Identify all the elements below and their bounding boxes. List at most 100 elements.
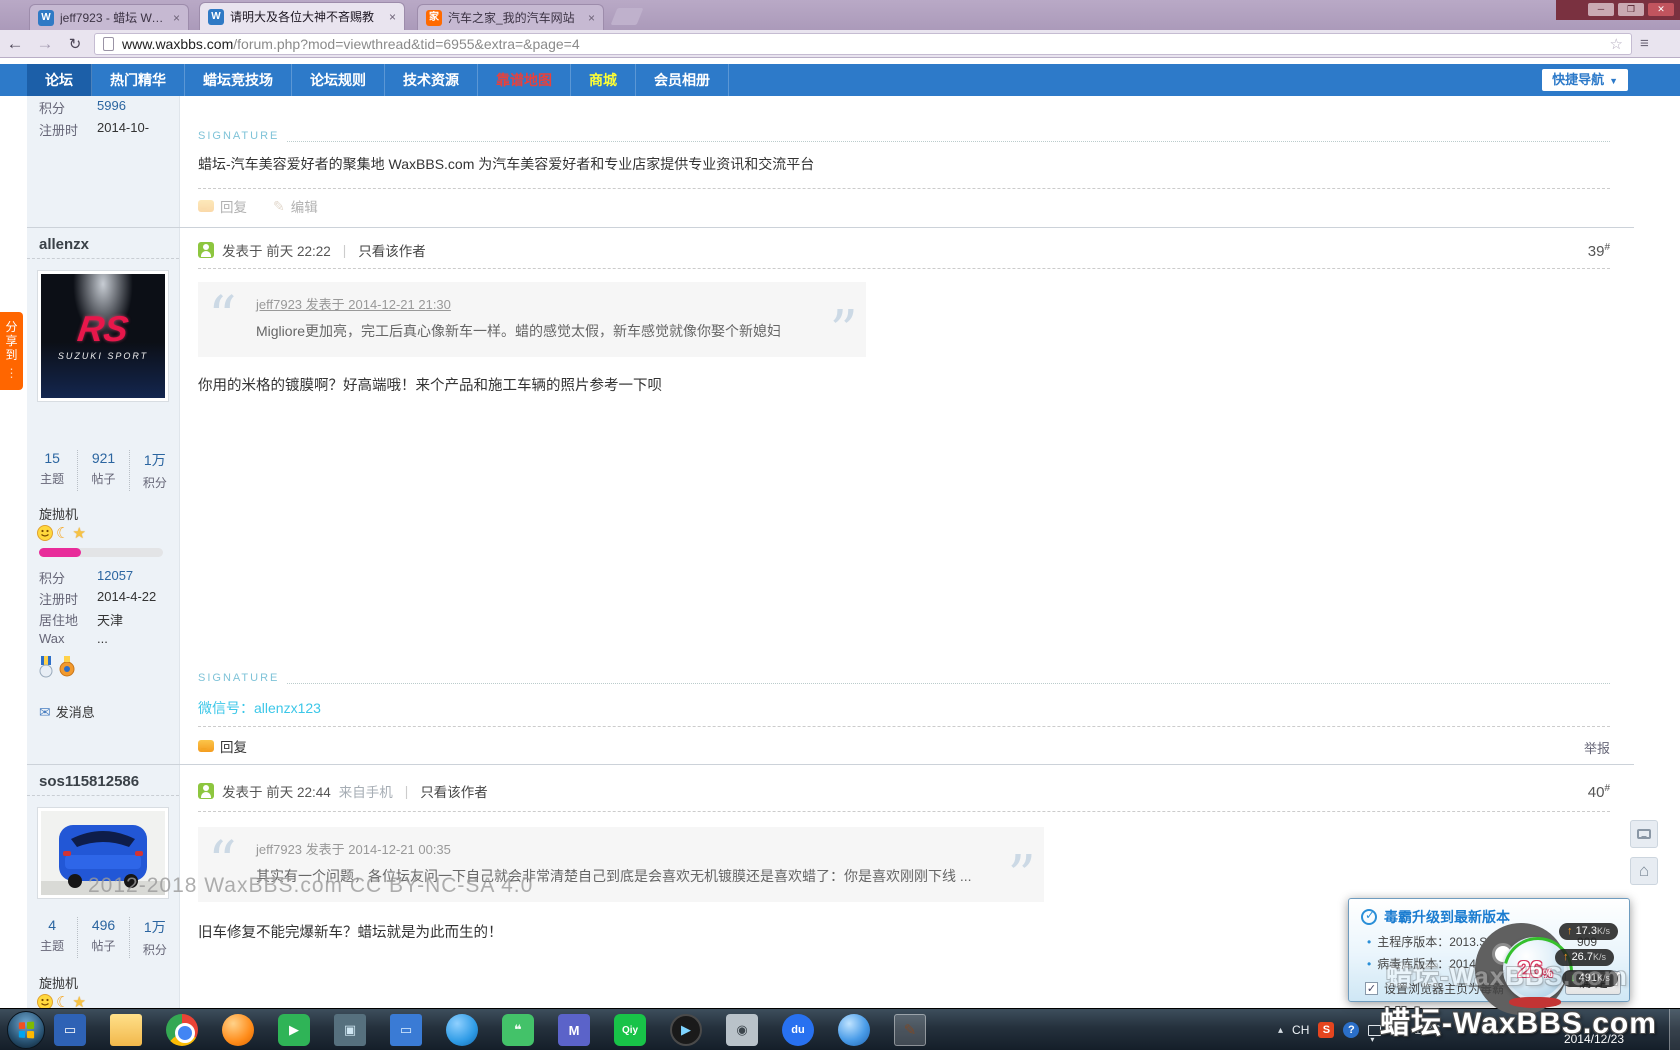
feedback-button[interactable]: [1630, 820, 1658, 848]
send-message-link[interactable]: ✉发消息: [39, 702, 95, 721]
maximize-button[interactable]: ❐: [1618, 3, 1644, 16]
tab-close-icon[interactable]: ×: [173, 11, 180, 25]
floor-number[interactable]: 39#: [1588, 242, 1610, 260]
site-watermark: 蜡坛-WaxBBS.com: [1386, 956, 1628, 993]
nav-item-album[interactable]: 会员相册: [636, 64, 729, 96]
profile-value[interactable]: 5996: [97, 98, 126, 117]
only-author-link[interactable]: 只看该作者: [358, 240, 426, 260]
stat-value[interactable]: 1万: [130, 450, 180, 470]
post-time: 发表于 前天 22:44: [222, 781, 331, 801]
popup-title: 毒霸升级到最新版本: [1384, 907, 1510, 927]
chrome-icon[interactable]: [166, 1014, 198, 1046]
reply-button[interactable]: 回复: [198, 736, 247, 756]
checkbox-icon[interactable]: ✓: [1365, 982, 1378, 995]
help-icon[interactable]: ?: [1343, 1022, 1359, 1038]
tab-2-active[interactable]: W 请明大及各位大神不吝赐教 ×: [199, 2, 405, 30]
avatar[interactable]: RS SUZUKI SPORT: [37, 270, 169, 402]
forward-icon[interactable]: →: [30, 34, 60, 54]
only-author-link[interactable]: 只看该作者: [420, 781, 488, 801]
nav-item-arena[interactable]: 蜡坛竞技场: [185, 64, 292, 96]
stat-value[interactable]: 496: [78, 917, 128, 933]
open-quote-icon: “: [208, 290, 237, 346]
profile-label: 积分: [39, 568, 97, 587]
baidu-icon[interactable]: du: [782, 1014, 814, 1046]
nav-item-map[interactable]: 靠谱地图: [478, 64, 571, 96]
quote-source-link[interactable]: jeff7923 发表于 2014-12-21 21:30: [256, 294, 814, 313]
mail-icon[interactable]: M: [558, 1014, 590, 1046]
username-link[interactable]: allenzx: [39, 236, 89, 253]
nav-item-rules[interactable]: 论坛规则: [292, 64, 385, 96]
stat-label: 主题: [27, 470, 77, 487]
tab-title: 请明大及各位大神不吝赐教: [230, 8, 383, 25]
tab-3[interactable]: 家 汽车之家_我的汽车网站 ×: [417, 4, 604, 30]
edit-button[interactable]: ✎编辑: [273, 196, 318, 216]
quick-nav-button[interactable]: 快捷导航▼: [1542, 69, 1628, 91]
browser-sphere-icon[interactable]: [838, 1014, 870, 1046]
explorer-icon[interactable]: ▭: [54, 1014, 86, 1046]
qq-browser-icon[interactable]: [446, 1014, 478, 1046]
url-path: /forum.php?mod=viewthread&tid=6955&extra…: [233, 36, 1609, 52]
nav-item-mall[interactable]: 商城: [571, 64, 636, 96]
report-link[interactable]: 举报: [1584, 738, 1610, 757]
profile-label: 积分: [39, 98, 97, 117]
nav-item-hot[interactable]: 热门精华: [92, 64, 185, 96]
potplayer-icon[interactable]: ▶: [670, 1014, 702, 1046]
sogou-icon[interactable]: S: [1318, 1022, 1334, 1038]
floor-number[interactable]: 40#: [1588, 783, 1610, 801]
back-to-top-button[interactable]: ⌂: [1630, 857, 1658, 885]
address-bar[interactable]: www.waxbbs.com /forum.php?mod=viewthread…: [94, 33, 1632, 55]
reload-icon[interactable]: ↻: [60, 35, 90, 53]
profile-value: 天津: [97, 610, 123, 629]
tab-close-icon[interactable]: ×: [389, 10, 396, 24]
360-browser-icon[interactable]: [222, 1014, 254, 1046]
tray-expand-icon[interactable]: ▴: [1278, 1025, 1283, 1036]
screen: ─ ❐ ✕ W jeff7923 - 蜡坛 WaxBBS × W 请明大及各位大…: [0, 0, 1680, 1050]
from-mobile-label[interactable]: 来自手机: [339, 781, 393, 801]
browser-menu-icon[interactable]: ≡: [1640, 35, 1649, 52]
avatar-text: RS: [75, 311, 130, 347]
wechat-icon[interactable]: ❝: [502, 1014, 534, 1046]
stat-label: 帖子: [78, 470, 128, 487]
nav-item-forum[interactable]: 论坛: [27, 64, 92, 96]
stat-value[interactable]: 1万: [130, 917, 180, 937]
paint-icon-active[interactable]: ✎: [894, 1014, 926, 1046]
smiley-icon: [37, 525, 53, 541]
stat-value[interactable]: 921: [78, 450, 128, 466]
thread-content: 积分5996 注册时2014-10- SIGNATURE 蜡坛-汽车美容爱好者的…: [0, 96, 1680, 1008]
display-icon[interactable]: ▭: [390, 1014, 422, 1046]
tab-1[interactable]: W jeff7923 - 蜡坛 WaxBBS ×: [29, 4, 189, 30]
stat-value[interactable]: 4: [27, 917, 77, 933]
windows-flag-icon: [19, 1021, 34, 1038]
minimize-button[interactable]: ─: [1588, 3, 1614, 16]
input-language[interactable]: CH: [1292, 1023, 1309, 1037]
iqiyi-icon[interactable]: Qiy: [614, 1014, 646, 1046]
profile-label: 注册时: [39, 589, 97, 608]
comment-icon: [1637, 829, 1651, 839]
reply-button[interactable]: 回复: [198, 196, 247, 216]
page-icon: [103, 37, 114, 51]
username-link[interactable]: sos115812586: [39, 773, 139, 790]
folder-icon[interactable]: [110, 1014, 142, 1046]
my-computer-icon[interactable]: ▣: [334, 1014, 366, 1046]
post-time: 发表于 前天 22:22: [222, 240, 331, 260]
reply-bubble-icon: [198, 740, 214, 752]
bookmark-star-icon[interactable]: ☆: [1610, 35, 1623, 53]
stat-value[interactable]: 15: [27, 450, 77, 466]
profile-value[interactable]: 12057: [97, 568, 133, 587]
stat-label: 积分: [130, 474, 180, 491]
back-icon[interactable]: ←: [0, 34, 30, 54]
profile-label: Wax: [39, 631, 97, 646]
chevron-down-icon: ▼: [1609, 76, 1618, 86]
close-button[interactable]: ✕: [1648, 3, 1674, 16]
tab-close-icon[interactable]: ×: [588, 11, 595, 25]
nav-item-tech[interactable]: 技术资源: [385, 64, 478, 96]
show-desktop-button[interactable]: [1669, 1009, 1680, 1050]
camera-icon[interactable]: ◉: [726, 1014, 758, 1046]
share-tab[interactable]: 分享到⋮: [0, 312, 23, 390]
start-button[interactable]: [7, 1011, 45, 1049]
reply-bubble-icon: [198, 200, 214, 212]
popup-line: 主程序版本：2013.SP: [1377, 935, 1495, 949]
pps-player-icon[interactable]: ▶: [278, 1014, 310, 1046]
author-sidebar: 积分5996 注册时2014-10-: [27, 96, 180, 227]
new-tab-button[interactable]: [611, 8, 644, 25]
